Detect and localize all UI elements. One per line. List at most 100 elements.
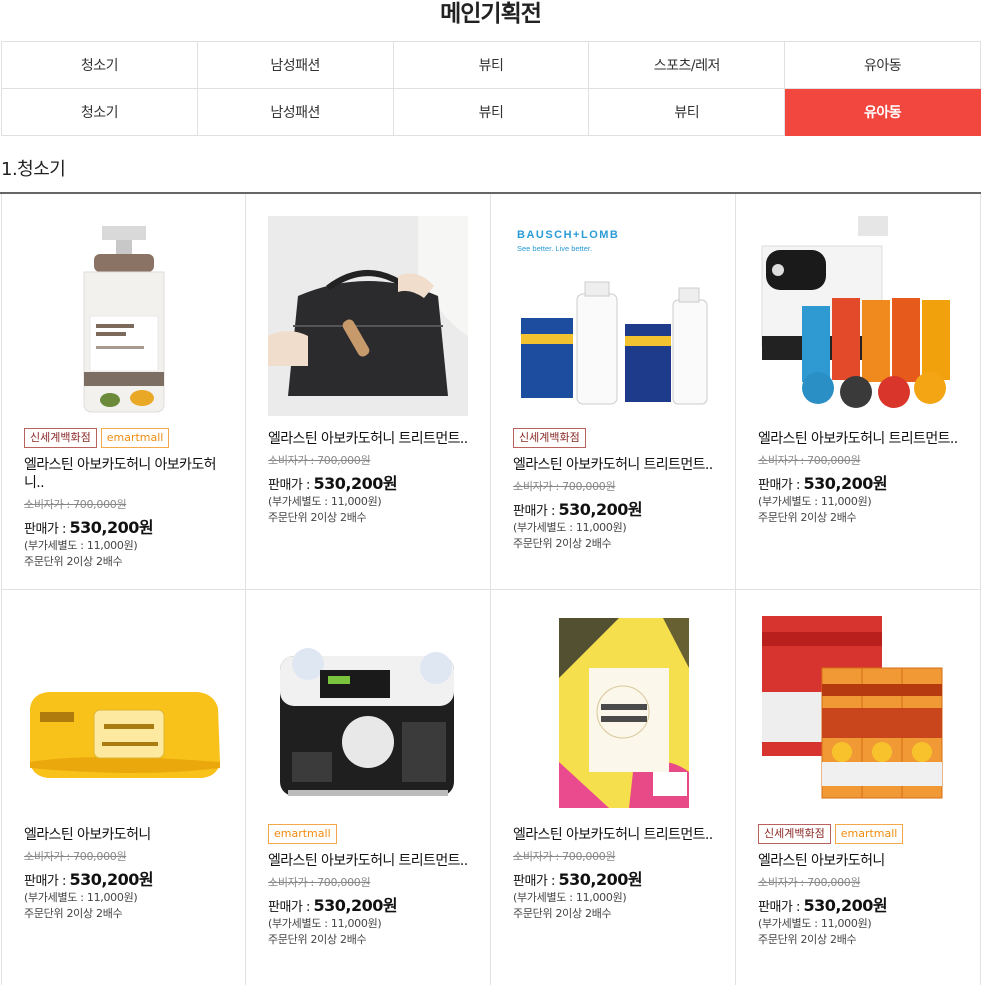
product-name[interactable]: 엘라스틴 아보카도허니 트리트먼트..: [513, 456, 713, 474]
vat-note: (부가세별도 : 11,000원): [758, 917, 872, 930]
lens-solution-image: BAUSCH+LOMB See better. Live better.: [517, 229, 708, 405]
sale-label: 판매가 :: [513, 504, 559, 519]
product-grid: 신세계백화점 emartmall 엘라스틴 아보카도허니 아보카도허니.. 소비…: [1, 194, 981, 985]
tab-kids[interactable]: 유아동: [785, 42, 981, 89]
original-price: 소비자가 : 700,000원: [268, 876, 371, 889]
product-card[interactable]: 엘라스틴 아보카도허니 트리트먼트.. 소비자가 : 700,000원 판매가 …: [245, 194, 491, 590]
badge-group: 신세계백화점: [513, 428, 735, 448]
page-title: 메인기획전: [440, 1, 542, 27]
emartmall-badge: emartmall: [834, 824, 904, 844]
product-name[interactable]: 엘라스틴 아보카도허니: [758, 852, 958, 870]
order-unit: 주문단위 2이상 2배수: [268, 933, 367, 946]
coffee-machine-image: [761, 216, 950, 408]
original-price: 소비자가 : 700,000원: [758, 876, 861, 889]
tab-mens-fashion[interactable]: 남성패션: [197, 42, 394, 89]
vat-note: (부가세별도 : 11,000원): [513, 891, 627, 904]
emartmall-badge: emartmall: [268, 824, 337, 844]
tab-row-1: 청소기 남성패션 뷰티 스포츠/레저 유아동: [2, 42, 981, 89]
product-image-kitchen-towel[interactable]: [268, 612, 468, 812]
brand-tagline: See better. Live better.: [517, 244, 592, 253]
tab-cleaner-2[interactable]: 청소기: [2, 89, 198, 136]
wet-tissue-image: [30, 692, 220, 778]
tab-cleaner[interactable]: 청소기: [2, 42, 198, 89]
sale-price-value: 530,200원: [69, 518, 154, 537]
sale-price: 판매가 : 530,200원: [24, 866, 245, 890]
tab-beauty[interactable]: 뷰티: [393, 42, 590, 89]
product-name[interactable]: 엘라스틴 아보카도허니 트리트먼트..: [513, 826, 713, 844]
vat-note: (부가세별도 : 11,000원): [24, 891, 138, 904]
product-image-facial-tissue[interactable]: [513, 612, 713, 812]
product-card[interactable]: emartmall 엘라스틴 아보카도허니 트리트먼트.. 소비자가 : 700…: [245, 590, 491, 985]
original-price: 소비자가 : 700,000원: [268, 454, 371, 467]
sale-label: 판매가 :: [268, 478, 314, 493]
sale-price: 판매가 : 530,200원: [758, 892, 980, 916]
ssg-badge: 신세계백화점: [24, 428, 97, 448]
product-name[interactable]: 엘라스틴 아보카도허니 트리트먼트..: [268, 430, 468, 448]
product-card[interactable]: 엘라스틴 아보카도허니 소비자가 : 700,000원 판매가 : 530,20…: [1, 590, 246, 985]
product-name[interactable]: 엘라스틴 아보카도허니 트리트먼트..: [268, 852, 468, 870]
vat-note: (부가세별도 : 11,000원): [268, 495, 382, 508]
sale-label: 판매가 :: [758, 478, 804, 493]
brand-logo-text: BAUSCH+LOMB: [517, 229, 619, 241]
original-price: 소비자가 : 700,000원: [513, 480, 616, 493]
product-image-wet-tissue[interactable]: [24, 612, 224, 812]
sale-price: 판매가 : 530,200원: [758, 470, 980, 494]
sale-price: 판매가 : 530,200원: [24, 514, 245, 538]
sale-price-value: 530,200원: [558, 500, 643, 519]
product-name[interactable]: 엘라스틴 아보카도허니 트리트먼트..: [758, 430, 958, 448]
product-card[interactable]: BAUSCH+LOMB See better. Live better. 신세계…: [490, 194, 736, 590]
vat-note: (부가세별도 : 11,000원): [758, 495, 872, 508]
original-price: 소비자가 : 700,000원: [513, 850, 616, 863]
vat-note: (부가세별도 : 11,000원): [513, 521, 627, 534]
badge-group: 신세계백화점 emartmall: [758, 824, 980, 844]
order-unit: 주문단위 2이상 2배수: [24, 907, 123, 920]
facial-tissue-image: [559, 618, 689, 808]
sale-price-value: 530,200원: [313, 896, 398, 915]
sale-label: 판매가 :: [268, 900, 314, 915]
ssg-badge: 신세계백화점: [513, 428, 586, 448]
product-image-bausch-lomb[interactable]: BAUSCH+LOMB See better. Live better.: [513, 216, 713, 416]
sale-price: 판매가 : 530,200원: [513, 496, 735, 520]
order-unit: 주문단위 2이상 2배수: [758, 933, 857, 946]
sale-label: 판매가 :: [758, 900, 804, 915]
vat-note: (부가세별도 : 11,000원): [268, 917, 382, 930]
order-unit: 주문단위 2이상 2배수: [513, 907, 612, 920]
product-image-coffee-machine[interactable]: [758, 216, 958, 416]
product-card[interactable]: 신세계백화점 emartmall 엘라스틴 아보카도허니 소비자가 : 700,…: [735, 590, 981, 985]
sale-price-value: 530,200원: [69, 870, 154, 889]
order-unit: 주문단위 2이상 2배수: [268, 511, 367, 524]
sale-label: 판매가 :: [24, 522, 70, 537]
product-image-toothpaste[interactable]: [758, 612, 958, 812]
badge-group: 신세계백화점 emartmall: [24, 428, 245, 448]
product-card[interactable]: 엘라스틴 아보카도허니 트리트먼트.. 소비자가 : 700,000원 판매가 …: [490, 590, 736, 985]
section-title: 1.청소기: [1, 159, 66, 180]
product-card[interactable]: 신세계백화점 emartmall 엘라스틴 아보카도허니 아보카도허니.. 소비…: [1, 194, 246, 590]
product-name[interactable]: 엘라스틴 아보카도허니 아보카도허니..: [24, 456, 224, 492]
original-price: 소비자가 : 700,000원: [758, 454, 861, 467]
ssg-badge: 신세계백화점: [758, 824, 831, 844]
pouch-image: [268, 216, 468, 416]
original-price: 소비자가 : 700,000원: [24, 498, 127, 511]
sale-price-value: 530,200원: [313, 474, 398, 493]
tab-beauty-2[interactable]: 뷰티: [393, 89, 590, 136]
sale-price-value: 530,200원: [803, 474, 888, 493]
kitchen-towel-image: [280, 648, 454, 796]
sale-price-value: 530,200원: [803, 896, 888, 915]
product-image-avocado-bottle[interactable]: [24, 216, 224, 416]
tab-row-2: 청소기 남성패션 뷰티 뷰티 유아동: [2, 89, 981, 136]
sale-price: 판매가 : 530,200원: [268, 470, 490, 494]
product-name[interactable]: 엘라스틴 아보카도허니: [24, 826, 224, 844]
original-price: 소비자가 : 700,000원: [24, 850, 127, 863]
toothpaste-image: [762, 616, 943, 799]
bottle-image: [83, 226, 165, 413]
tab-sports-leisure[interactable]: 스포츠/레저: [589, 42, 786, 89]
sale-label: 판매가 :: [24, 874, 70, 889]
product-card[interactable]: 엘라스틴 아보카도허니 트리트먼트.. 소비자가 : 700,000원 판매가 …: [735, 194, 981, 590]
product-image-pouch[interactable]: [268, 216, 468, 416]
tab-beauty-3[interactable]: 뷰티: [589, 89, 786, 136]
tab-mens-fashion-2[interactable]: 남성패션: [197, 89, 394, 136]
sale-price-value: 530,200원: [558, 870, 643, 889]
order-unit: 주문단위 2이상 2배수: [513, 537, 612, 550]
category-tabs: 청소기 남성패션 뷰티 스포츠/레저 유아동 청소기 남성패션 뷰티 뷰티 유아…: [1, 41, 981, 136]
tab-kids-active[interactable]: 유아동: [785, 89, 981, 136]
